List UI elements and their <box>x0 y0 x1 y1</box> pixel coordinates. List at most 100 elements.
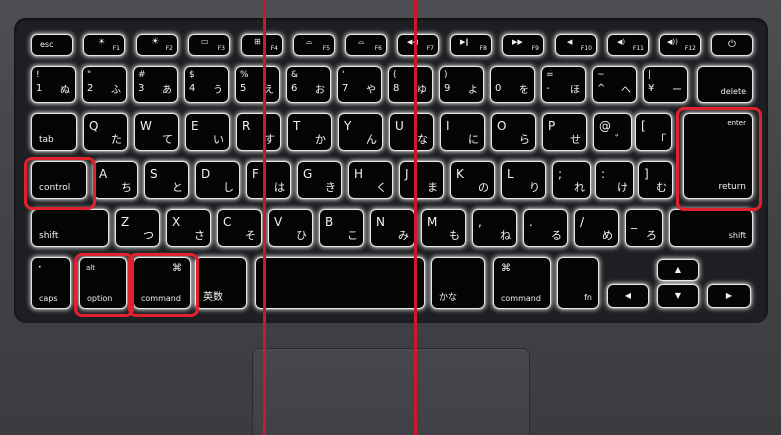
key-q[interactable]: Qた <box>84 114 127 150</box>
key-arrow-right[interactable]: ▶ <box>708 285 750 307</box>
key-p[interactable]: Pせ <box>543 114 586 150</box>
key-e[interactable]: Eい <box>186 114 229 150</box>
key-4[interactable]: $4 う <box>185 67 228 102</box>
key-underscore[interactable]: _ ろ <box>626 210 662 246</box>
key-minus[interactable]: = - ほ <box>542 67 585 102</box>
key-y[interactable]: Yん <box>339 114 382 150</box>
key-d[interactable]: Dし <box>196 162 239 198</box>
trackpad[interactable] <box>252 348 530 435</box>
guide-line-right <box>414 0 417 435</box>
key-f3[interactable]: ▭ F3 <box>189 35 229 55</box>
kbd-light-up-icon: ⌓ <box>358 37 365 46</box>
key-shift-right[interactable]: shift <box>670 210 752 246</box>
key-5[interactable]: % 5 え <box>236 67 279 102</box>
arrow-up-icon: ▲ <box>674 265 682 274</box>
key-n[interactable]: Nみ <box>371 210 414 246</box>
key-f11[interactable]: ◀) F11 <box>608 35 648 55</box>
highlight-return <box>676 107 762 211</box>
key-yen[interactable]: | ¥ ー <box>644 67 687 102</box>
key-w[interactable]: Wて <box>135 114 178 150</box>
highlight-option <box>74 253 134 317</box>
key-3[interactable]: #3 あ <box>134 67 177 102</box>
key-caret[interactable]: ~ ^ へ <box>593 67 636 102</box>
key-fn[interactable]: fn <box>558 258 598 308</box>
highlight-control <box>24 157 96 210</box>
brightness-up-icon: ☀ <box>151 37 160 47</box>
key-f5[interactable]: ⌓ F5 <box>294 35 334 55</box>
kbd-light-down-icon: ⌓ <box>306 37 313 46</box>
key-o[interactable]: Oら <box>492 114 535 150</box>
key-f[interactable]: Fは <box>247 162 290 198</box>
key-colon[interactable]: :け <box>596 162 633 198</box>
key-kana[interactable]: かな <box>432 258 484 308</box>
key-r[interactable]: Rす <box>237 114 280 150</box>
key-comma[interactable]: ,ね <box>473 210 516 246</box>
mission-control-icon: ▭ <box>201 37 209 46</box>
key-space[interactable] <box>256 258 424 308</box>
key-f6[interactable]: ⌓ F6 <box>346 35 386 55</box>
key-f9[interactable]: ▶▶ F9 <box>503 35 543 55</box>
key-9[interactable]: ) 9 よ <box>440 67 483 102</box>
key-period[interactable]: .る <box>524 210 567 246</box>
key-7[interactable]: ' 7 や <box>338 67 381 102</box>
key-s[interactable]: Sと <box>145 162 188 198</box>
key-power[interactable]: ⏻ <box>712 35 752 55</box>
key-i[interactable]: Iに <box>441 114 484 150</box>
fast-forward-icon: ▶▶ <box>512 38 523 46</box>
command-icon: ⌘ <box>501 263 511 274</box>
key-f4[interactable]: ⊞ F4 <box>242 35 282 55</box>
key-8[interactable]: (8 ゆ <box>389 67 432 102</box>
key-close-bracket[interactable]: ] む <box>639 162 672 198</box>
key-b[interactable]: Bこ <box>320 210 363 246</box>
key-v[interactable]: Vひ <box>269 210 312 246</box>
play-pause-icon: ▶‖ <box>460 38 469 46</box>
key-z[interactable]: Zつ <box>116 210 159 246</box>
key-f2[interactable]: ☀ F2 <box>137 35 177 55</box>
key-f10[interactable]: ◀ F10 <box>556 35 596 55</box>
arrow-down-icon: ▼ <box>674 291 682 300</box>
key-f8[interactable]: ▶‖ F8 <box>451 35 491 55</box>
key-shift-left[interactable]: shift <box>32 210 108 246</box>
key-j[interactable]: Jま <box>400 162 443 198</box>
key-f7[interactable]: ◀◀ F7 <box>398 35 438 55</box>
key-k[interactable]: Kの <box>451 162 494 198</box>
guide-line-left <box>263 0 266 435</box>
power-icon: ⏻ <box>728 39 736 50</box>
arrow-left-icon: ◀ <box>624 291 632 300</box>
key-1[interactable]: ! 1 ぬ <box>32 67 75 102</box>
key-caps[interactable]: • caps <box>32 258 70 308</box>
key-arrow-left[interactable]: ◀ <box>608 285 648 307</box>
key-slash[interactable]: / め <box>575 210 618 246</box>
key-command-right[interactable]: ⌘ command <box>494 258 550 308</box>
volume-down-icon: ◀) <box>617 38 626 46</box>
key-eisu[interactable]: 英数 <box>196 258 246 308</box>
key-l[interactable]: Lり <box>502 162 545 198</box>
key-f1[interactable]: ☀ F1 <box>84 35 124 55</box>
key-esc[interactable]: esc <box>32 35 72 55</box>
key-tab[interactable]: tab <box>32 114 76 150</box>
mute-icon: ◀ <box>567 38 573 46</box>
key-f12[interactable]: ◀)) F12 <box>660 35 700 55</box>
key-t[interactable]: Tか <box>288 114 331 150</box>
key-2[interactable]: " 2 ふ <box>83 67 126 102</box>
key-6[interactable]: & 6 お <box>287 67 330 102</box>
laptop-keyboard-photo: esc ☀ F1 ☀ F2 ▭ F3 ⊞ F4 ⌓ F5 ⌓ F6 ◀◀ F7 ▶‖ F8 ▶▶… <box>0 0 781 435</box>
arrow-right-icon: ▶ <box>725 291 733 300</box>
key-u[interactable]: Uな <box>390 114 433 150</box>
key-c[interactable]: Cそ <box>218 210 261 246</box>
key-semicolon[interactable]: ; れ <box>553 162 590 198</box>
key-0[interactable]: 0を <box>491 67 534 102</box>
key-x[interactable]: Xさ <box>167 210 210 246</box>
key-h[interactable]: Hく <box>349 162 392 198</box>
key-a[interactable]: Aち <box>94 162 137 198</box>
key-g[interactable]: Gき <box>298 162 341 198</box>
key-open-bracket[interactable]: [「 <box>636 114 671 150</box>
key-arrow-down[interactable]: ▼ <box>658 285 698 307</box>
launchpad-icon: ⊞ <box>254 37 261 46</box>
key-at[interactable]: @ ゛ <box>594 114 631 150</box>
key-m[interactable]: Mも <box>422 210 465 246</box>
key-delete[interactable]: delete <box>698 67 752 102</box>
key-arrow-up[interactable]: ▲ <box>658 260 698 280</box>
brightness-down-icon: ☀ <box>98 37 106 46</box>
volume-up-icon: ◀)) <box>667 38 678 46</box>
